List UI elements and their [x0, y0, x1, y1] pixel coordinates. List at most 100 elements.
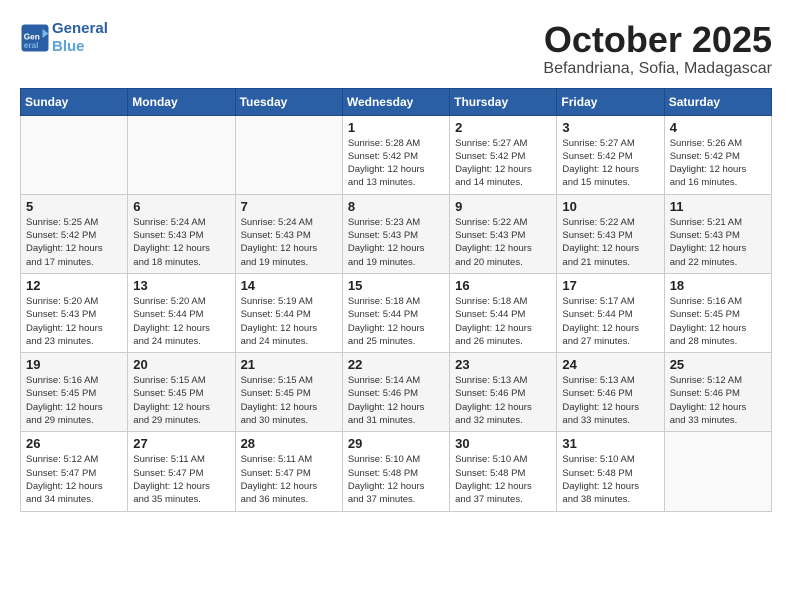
calendar-cell: 24 Sunrise: 5:13 AMSunset: 5:46 PMDayligh…: [557, 353, 664, 432]
day-info: Sunrise: 5:14 AMSunset: 5:46 PMDaylight:…: [348, 374, 444, 427]
day-info: Sunrise: 5:28 AMSunset: 5:42 PMDaylight:…: [348, 137, 444, 190]
col-sunday: Sunday: [21, 88, 128, 115]
day-info: Sunrise: 5:16 AMSunset: 5:45 PMDaylight:…: [26, 374, 122, 427]
calendar-cell: 13 Sunrise: 5:20 AMSunset: 5:44 PMDayligh…: [128, 273, 235, 352]
calendar-table: Sunday Monday Tuesday Wednesday Thursday…: [20, 88, 772, 512]
calendar-week-row-3: 12 Sunrise: 5:20 AMSunset: 5:43 PMDayligh…: [21, 273, 772, 352]
day-number: 11: [670, 199, 766, 214]
calendar-cell: 19Sunrise: 5:16 AMSunset: 5:45 PMDayligh…: [21, 353, 128, 432]
day-info: Sunrise: 5:15 AMSunset: 5:45 PMDaylight:…: [241, 374, 337, 427]
logo-icon: Gen eral: [20, 23, 50, 53]
calendar-cell: 31 Sunrise: 5:10 AMSunset: 5:48 PMDayligh…: [557, 432, 664, 511]
day-info: Sunrise: 5:12 AMSunset: 5:47 PMDaylight:…: [26, 453, 122, 506]
day-number: 20: [133, 357, 229, 372]
calendar-cell: [128, 115, 235, 194]
calendar-cell: 21 Sunrise: 5:15 AMSunset: 5:45 PMDayligh…: [235, 353, 342, 432]
calendar-cell: 17 Sunrise: 5:17 AMSunset: 5:44 PMDayligh…: [557, 273, 664, 352]
calendar-cell: 9 Sunrise: 5:22 AMSunset: 5:43 PMDaylight…: [450, 194, 557, 273]
day-info: Sunrise: 5:19 AMSunset: 5:44 PMDaylight:…: [241, 295, 337, 348]
calendar-cell: 22 Sunrise: 5:14 AMSunset: 5:46 PMDayligh…: [342, 353, 449, 432]
day-number: 16: [455, 278, 551, 293]
calendar-cell: [235, 115, 342, 194]
day-number: 26: [26, 436, 122, 451]
calendar-cell: 5Sunrise: 5:25 AMSunset: 5:42 PMDaylight…: [21, 194, 128, 273]
day-info: Sunrise: 5:20 AMSunset: 5:43 PMDaylight:…: [26, 295, 122, 348]
day-info: Sunrise: 5:27 AMSunset: 5:42 PMDaylight:…: [455, 137, 551, 190]
col-thursday: Thursday: [450, 88, 557, 115]
day-number: 24: [562, 357, 658, 372]
day-info: Sunrise: 5:23 AMSunset: 5:43 PMDaylight:…: [348, 216, 444, 269]
day-number: 10: [562, 199, 658, 214]
day-number: 13: [133, 278, 229, 293]
calendar-week-row-1: 1Sunrise: 5:28 AMSunset: 5:42 PMDaylight…: [21, 115, 772, 194]
day-number: 29: [348, 436, 444, 451]
day-number: 15: [348, 278, 444, 293]
day-info: Sunrise: 5:24 AMSunset: 5:43 PMDaylight:…: [133, 216, 229, 269]
day-info: Sunrise: 5:11 AMSunset: 5:47 PMDaylight:…: [241, 453, 337, 506]
day-info: Sunrise: 5:27 AMSunset: 5:42 PMDaylight:…: [562, 137, 658, 190]
calendar-cell: 27 Sunrise: 5:11 AMSunset: 5:47 PMDayligh…: [128, 432, 235, 511]
day-info: Sunrise: 5:10 AMSunset: 5:48 PMDaylight:…: [562, 453, 658, 506]
calendar-cell: 10 Sunrise: 5:22 AMSunset: 5:43 PMDayligh…: [557, 194, 664, 273]
day-info: Sunrise: 5:17 AMSunset: 5:44 PMDaylight:…: [562, 295, 658, 348]
logo: Gen eral General Blue: [20, 20, 108, 56]
col-tuesday: Tuesday: [235, 88, 342, 115]
calendar-cell: 12 Sunrise: 5:20 AMSunset: 5:43 PMDayligh…: [21, 273, 128, 352]
calendar-cell: 7Sunrise: 5:24 AMSunset: 5:43 PMDaylight…: [235, 194, 342, 273]
day-number: 12: [26, 278, 122, 293]
col-wednesday: Wednesday: [342, 88, 449, 115]
day-number: 17: [562, 278, 658, 293]
day-info: Sunrise: 5:13 AMSunset: 5:46 PMDaylight:…: [562, 374, 658, 427]
calendar-week-row-2: 5Sunrise: 5:25 AMSunset: 5:42 PMDaylight…: [21, 194, 772, 273]
calendar-week-row-4: 19Sunrise: 5:16 AMSunset: 5:45 PMDayligh…: [21, 353, 772, 432]
day-number: 3: [562, 120, 658, 135]
day-number: 5: [26, 199, 122, 214]
title-section: October 2025 Befandriana, Sofia, Madagas…: [543, 20, 772, 78]
day-info: Sunrise: 5:13 AMSunset: 5:46 PMDaylight:…: [455, 374, 551, 427]
month-title: October 2025: [543, 20, 772, 60]
calendar-page: Gen eral General Blue October 2025 Befan…: [0, 0, 792, 527]
day-number: 2: [455, 120, 551, 135]
day-info: Sunrise: 5:22 AMSunset: 5:43 PMDaylight:…: [562, 216, 658, 269]
day-info: Sunrise: 5:22 AMSunset: 5:43 PMDaylight:…: [455, 216, 551, 269]
calendar-week-row-5: 26 Sunrise: 5:12 AMSunset: 5:47 PMDayligh…: [21, 432, 772, 511]
header: Gen eral General Blue October 2025 Befan…: [20, 20, 772, 78]
day-number: 31: [562, 436, 658, 451]
day-info: Sunrise: 5:21 AMSunset: 5:43 PMDaylight:…: [670, 216, 766, 269]
logo-text-general: General: [52, 20, 108, 38]
day-number: 9: [455, 199, 551, 214]
day-info: Sunrise: 5:20 AMSunset: 5:44 PMDaylight:…: [133, 295, 229, 348]
day-number: 28: [241, 436, 337, 451]
calendar-cell: 3 Sunrise: 5:27 AMSunset: 5:42 PMDaylight…: [557, 115, 664, 194]
calendar-cell: 11 Sunrise: 5:21 AMSunset: 5:43 PMDayligh…: [664, 194, 771, 273]
day-info: Sunrise: 5:10 AMSunset: 5:48 PMDaylight:…: [455, 453, 551, 506]
day-number: 8: [348, 199, 444, 214]
col-saturday: Saturday: [664, 88, 771, 115]
calendar-cell: 15Sunrise: 5:18 AMSunset: 5:44 PMDayligh…: [342, 273, 449, 352]
calendar-cell: 26 Sunrise: 5:12 AMSunset: 5:47 PMDayligh…: [21, 432, 128, 511]
calendar-cell: 25 Sunrise: 5:12 AMSunset: 5:46 PMDayligh…: [664, 353, 771, 432]
day-number: 21: [241, 357, 337, 372]
day-info: Sunrise: 5:18 AMSunset: 5:44 PMDaylight:…: [455, 295, 551, 348]
day-info: Sunrise: 5:12 AMSunset: 5:46 PMDaylight:…: [670, 374, 766, 427]
day-number: 22: [348, 357, 444, 372]
day-number: 14: [241, 278, 337, 293]
calendar-cell: 28 Sunrise: 5:11 AMSunset: 5:47 PMDayligh…: [235, 432, 342, 511]
calendar-header-row: Sunday Monday Tuesday Wednesday Thursday…: [21, 88, 772, 115]
day-number: 4: [670, 120, 766, 135]
day-info: Sunrise: 5:11 AMSunset: 5:47 PMDaylight:…: [133, 453, 229, 506]
day-number: 23: [455, 357, 551, 372]
col-monday: Monday: [128, 88, 235, 115]
location-subtitle: Befandriana, Sofia, Madagascar: [543, 60, 772, 78]
calendar-cell: 4Sunrise: 5:26 AMSunset: 5:42 PMDaylight…: [664, 115, 771, 194]
logo-text-blue: Blue: [52, 38, 108, 56]
day-number: 27: [133, 436, 229, 451]
calendar-cell: 14 Sunrise: 5:19 AMSunset: 5:44 PMDayligh…: [235, 273, 342, 352]
day-info: Sunrise: 5:10 AMSunset: 5:48 PMDaylight:…: [348, 453, 444, 506]
calendar-cell: 2 Sunrise: 5:27 AMSunset: 5:42 PMDaylight…: [450, 115, 557, 194]
day-number: 25: [670, 357, 766, 372]
day-number: 7: [241, 199, 337, 214]
day-info: Sunrise: 5:16 AMSunset: 5:45 PMDaylight:…: [670, 295, 766, 348]
calendar-cell: 23 Sunrise: 5:13 AMSunset: 5:46 PMDayligh…: [450, 353, 557, 432]
day-number: 18: [670, 278, 766, 293]
